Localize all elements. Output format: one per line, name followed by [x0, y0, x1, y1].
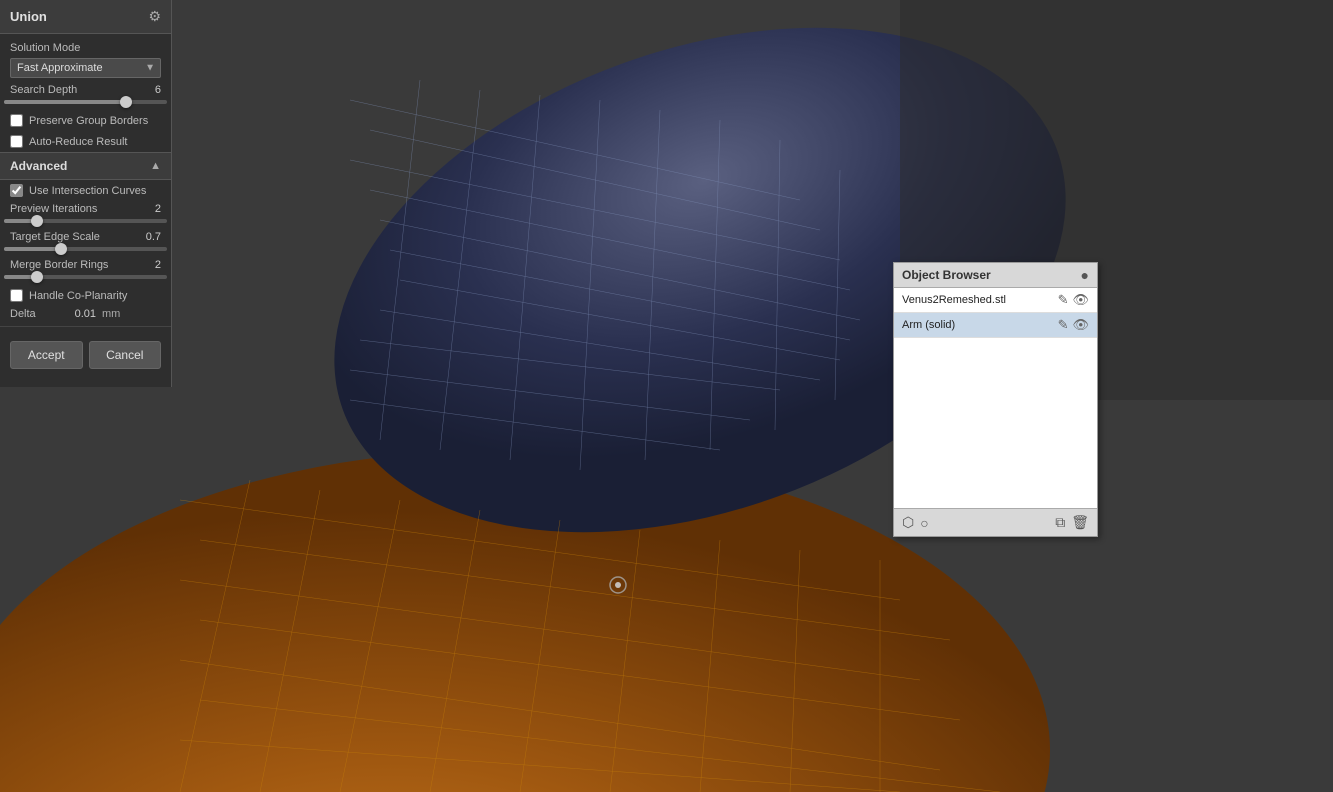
close-icon[interactable]: ●: [1081, 268, 1089, 282]
iterations-value: 2: [155, 203, 161, 215]
divider: [0, 326, 171, 327]
search-depth-label: Search Depth: [10, 84, 77, 96]
merge-border-track[interactable]: [4, 275, 167, 279]
object-browser-header: Object Browser ●: [894, 263, 1097, 288]
merge-border-thumb[interactable]: [31, 271, 43, 283]
panel-title: Union: [10, 9, 47, 24]
iterations-row: Preview Iterations 2: [0, 201, 171, 217]
accept-button[interactable]: Accept: [10, 341, 83, 369]
ob-item-venus-icons: ✎ 👁: [1058, 292, 1089, 308]
solution-mode-select[interactable]: Fast Approximate Exact Quality: [10, 58, 161, 78]
object-list-area: Venus2Remeshed.stl ✎ 👁 Arm (solid) ✎ 👁: [894, 288, 1097, 508]
cube-icon[interactable]: ⬡: [902, 514, 914, 531]
search-depth-track[interactable]: [4, 100, 167, 104]
delta-value: 0.01: [56, 308, 96, 320]
cancel-button[interactable]: Cancel: [89, 341, 162, 369]
viewport: [0, 0, 1333, 792]
iterations-label: Preview Iterations: [10, 203, 97, 215]
handle-coplanarity-row: Handle Co-Planarity: [0, 285, 171, 306]
merge-border-row: Merge Border Rings 2: [0, 257, 171, 273]
preserve-group-checkbox[interactable]: [10, 114, 23, 127]
search-depth-thumb[interactable]: [120, 96, 132, 108]
search-depth-slider-container: [0, 100, 171, 110]
handle-coplanarity-checkbox[interactable]: [10, 289, 23, 302]
target-edge-value: 0.7: [146, 231, 161, 243]
target-edge-label: Target Edge Scale: [10, 231, 100, 243]
ob-left-footer-icons: ⬡ ○: [902, 514, 929, 531]
solution-mode-dropdown[interactable]: Fast Approximate Exact Quality ▼: [10, 58, 161, 78]
collapse-icon: ▲: [150, 160, 161, 172]
iterations-track[interactable]: [4, 219, 167, 223]
ob-item-venus-name: Venus2Remeshed.stl: [902, 294, 1058, 306]
object-browser-footer: ⬡ ○ ⧉ 🗑: [894, 508, 1097, 536]
target-edge-slider-container: [0, 247, 171, 257]
delete-icon[interactable]: 🗑: [1071, 514, 1089, 531]
edit-icon[interactable]: ✎: [1058, 292, 1069, 308]
ob-item-arm-name: Arm (solid): [902, 319, 1058, 331]
target-edge-fill: [4, 247, 61, 251]
gear-icon[interactable]: ⚙: [148, 8, 161, 25]
preserve-group-label: Preserve Group Borders: [29, 115, 148, 127]
auto-reduce-checkbox[interactable]: [10, 135, 23, 148]
preserve-group-row: Preserve Group Borders: [0, 110, 171, 131]
use-intersection-row: Use Intersection Curves: [0, 180, 171, 201]
button-row: Accept Cancel: [0, 331, 171, 377]
merge-border-value: 2: [155, 259, 161, 271]
auto-reduce-row: Auto-Reduce Result: [0, 131, 171, 152]
merge-border-rings-section: Merge Border Rings 2: [0, 257, 171, 285]
use-intersection-checkbox[interactable]: [10, 184, 23, 197]
sphere-icon[interactable]: ○: [920, 515, 928, 531]
solution-mode-label: Solution Mode: [10, 42, 161, 54]
search-depth-row: Search Depth 6: [0, 82, 171, 98]
panel-header: Union ⚙: [0, 0, 171, 34]
solution-mode-section: Solution Mode Fast Approximate Exact Qua…: [0, 34, 171, 82]
target-edge-track[interactable]: [4, 247, 167, 251]
target-edge-scale-section: Target Edge Scale 0.7: [0, 229, 171, 257]
handle-coplanarity-label: Handle Co-Planarity: [29, 290, 127, 302]
object-browser-title: Object Browser: [902, 268, 991, 282]
edit-icon-arm[interactable]: ✎: [1058, 317, 1069, 333]
target-edge-thumb[interactable]: [55, 243, 67, 255]
auto-reduce-label: Auto-Reduce Result: [29, 136, 127, 148]
advanced-header[interactable]: Advanced ▲: [0, 152, 171, 180]
ob-item-arm[interactable]: Arm (solid) ✎ 👁: [894, 313, 1097, 338]
delta-row: Delta 0.01 mm: [0, 306, 171, 322]
search-depth-value: 6: [155, 84, 161, 96]
left-panel: Union ⚙ Solution Mode Fast Approximate E…: [0, 0, 172, 387]
object-browser: Object Browser ● Venus2Remeshed.stl ✎ 👁 …: [893, 262, 1098, 537]
advanced-title: Advanced: [10, 159, 67, 173]
ob-item-arm-icons: ✎ 👁: [1058, 317, 1089, 333]
merge-border-label: Merge Border Rings: [10, 259, 108, 271]
ob-item-venus[interactable]: Venus2Remeshed.stl ✎ 👁: [894, 288, 1097, 313]
iterations-thumb[interactable]: [31, 215, 43, 227]
merge-border-slider-container: [0, 275, 171, 285]
search-depth-fill: [4, 100, 126, 104]
eye-icon[interactable]: 👁: [1072, 292, 1089, 308]
preview-iterations-section: Preview Iterations 2: [0, 201, 171, 229]
copy-icon[interactable]: ⧉: [1055, 514, 1065, 531]
iterations-slider-container: [0, 219, 171, 229]
eye-icon-arm[interactable]: 👁: [1072, 317, 1089, 333]
search-depth-section: Search Depth 6: [0, 82, 171, 110]
delta-unit: mm: [102, 308, 120, 320]
ob-right-footer-icons: ⧉ 🗑: [1055, 514, 1089, 531]
use-intersection-label: Use Intersection Curves: [29, 185, 146, 197]
target-edge-row: Target Edge Scale 0.7: [0, 229, 171, 245]
delta-label: Delta: [10, 308, 50, 320]
